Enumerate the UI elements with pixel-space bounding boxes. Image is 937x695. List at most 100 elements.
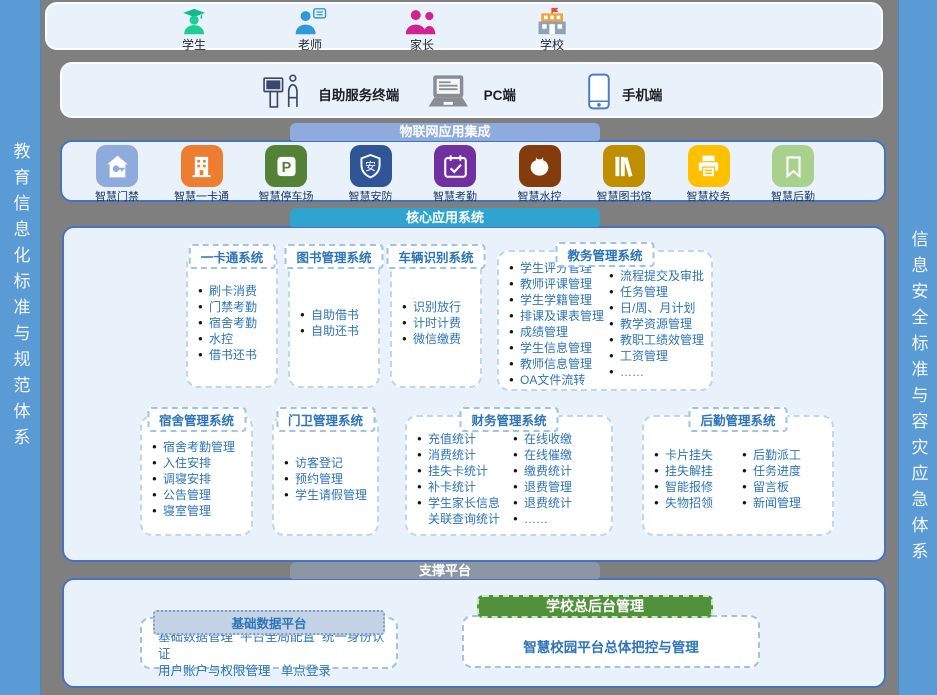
feature-label: 宿舍考勤管理 — [163, 439, 235, 455]
feature-item: ●挂失卡统计 — [417, 463, 509, 479]
user-item-2: 老师 — [275, 7, 345, 53]
attendance-calendar-icon — [434, 145, 476, 187]
iot-section: 智慧门禁智慧一卡通P智慧停车场安智慧安防智慧考勤智慧水控智慧图书馆智慧校务智慧后… — [60, 140, 886, 202]
core-card-title: 教务管理系统 — [555, 242, 654, 267]
feature-item: ●学生学籍管理 — [509, 292, 605, 308]
feature-label: 教职工绩效管理 — [620, 332, 704, 348]
bullet-icon: ● — [152, 455, 163, 471]
feature-label: 水控 — [209, 331, 233, 347]
feature-item: ●排课及课表管理 — [509, 308, 605, 324]
feature-label: 自助借书 — [311, 307, 359, 323]
bullet-icon: ● — [402, 315, 413, 331]
school-admin-backend-card: 智慧校园平台总体把控与管理 — [462, 615, 760, 668]
core-card-title: 宿舍管理系统 — [147, 407, 246, 432]
right-security-bar: 信息安全标准与容灾应急体系 — [898, 0, 937, 695]
core-card-title: 后勤管理系统 — [688, 407, 787, 432]
base-data-platform-title: 基础数据平台 — [153, 610, 385, 635]
feature-label: 微信缴费 — [413, 331, 461, 347]
feature-label: 计时计费 — [413, 315, 461, 331]
core-card-columns: ●充值统计●消费统计●挂失卡统计●补卡统计●学生家长信息关联查询统计●在线收缴●… — [407, 417, 611, 534]
iot-label: 智慧门禁 — [86, 188, 148, 204]
feature-label: 挂失卡统计 — [428, 463, 488, 479]
feature-label: 识别放行 — [413, 299, 461, 315]
bullet-icon: ● — [300, 307, 311, 323]
support-section-title: 支撑平台 — [290, 562, 600, 579]
feature-item: ●退费管理 — [513, 479, 605, 495]
terminal-item-3: 手机端 — [587, 73, 662, 115]
bullet-icon: ● — [609, 364, 620, 380]
user-label: 老师 — [275, 36, 345, 53]
feature-label: 充值统计 — [428, 431, 476, 447]
iot-label: 智慧一卡通 — [171, 188, 233, 204]
feature-label: 公告管理 — [163, 487, 211, 503]
bullet-icon: ● — [509, 292, 520, 308]
svg-text:安: 安 — [365, 159, 376, 173]
feature-item: ●访客登记 — [284, 455, 371, 471]
feature-label: 失物招领 — [665, 495, 713, 511]
feature-label: OA文件流转 — [520, 372, 585, 388]
core-card-title: 车辆识别系统 — [386, 244, 485, 269]
feature-column: ●卡片挂失●挂失解挂●智能报修●失物招领 — [654, 429, 738, 528]
core-card-columns: ●识别放行●计时计费●微信缴费 — [392, 254, 480, 386]
bullet-icon: ● — [609, 348, 620, 364]
bullet-icon: ● — [509, 308, 520, 324]
feature-label: 调寝安排 — [163, 471, 211, 487]
feature-item: ●在线催缴 — [513, 447, 605, 463]
iot-label: 智慧图书馆 — [593, 188, 655, 204]
bullet-icon: ● — [609, 332, 620, 348]
bullet-icon: ● — [198, 331, 209, 347]
bullet-icon: ● — [417, 479, 428, 495]
user-item-4: 学校 — [517, 7, 587, 53]
feature-item: ●后勤派工 — [742, 447, 826, 463]
feature-label: 教师评课管理 — [520, 276, 592, 292]
core-card-columns: ●学生评分管理●教师评课管理●学生学籍管理●排课及课表管理●成绩管理●学生信息管… — [499, 252, 711, 389]
feature-label: 成绩管理 — [520, 324, 568, 340]
feature-column: ●学生评分管理●教师评课管理●学生学籍管理●排课及课表管理●成绩管理●学生信息管… — [509, 264, 605, 383]
right-security-label: 信息安全标准与容灾应急体系 — [906, 230, 931, 568]
iot-item-5: 智慧考勤 — [424, 145, 486, 200]
iot-item-8: 智慧校务 — [678, 145, 740, 200]
feature-item: ●日/周、月计划 — [609, 300, 705, 316]
feature-item: ●在线收缴 — [513, 431, 605, 447]
bullet-icon: ● — [513, 495, 524, 511]
feature-item: ●消费统计 — [417, 447, 509, 463]
feature-column: ●充值统计●消费统计●挂失卡统计●补卡统计●学生家长信息关联查询统计 — [417, 429, 509, 528]
iot-item-7: 智慧图书馆 — [593, 145, 655, 200]
feature-item: ●寝室管理 — [152, 503, 245, 519]
feature-column: ●后勤派工●任务进度●留言板●新闻管理 — [742, 429, 826, 528]
terminal-label: 自助服务终端 — [318, 84, 399, 104]
bullet-icon: ● — [513, 511, 524, 527]
core-card-6: 门卫管理系统●访客登记●预约管理●学生请假管理 — [272, 415, 379, 536]
feature-item: ●流程提交及审批 — [609, 268, 705, 284]
feature-label: 学生学籍管理 — [520, 292, 592, 308]
feature-item: ●退费统计 — [513, 495, 605, 511]
feature-label: 自助还书 — [311, 323, 359, 339]
bullet-icon: ● — [284, 471, 295, 487]
feature-label: 补卡统计 — [428, 479, 476, 495]
core-card-4: 教务管理系统●学生评分管理●教师评课管理●学生学籍管理●排课及课表管理●成绩管理… — [497, 250, 713, 391]
terminal-item-2: PC端 — [424, 73, 516, 115]
left-standards-label: 教育信息化标准与规范体系 — [8, 142, 33, 454]
bullet-icon: ● — [509, 372, 520, 388]
feature-label: 智能报修 — [665, 479, 713, 495]
core-card-title: 财务管理系统 — [459, 407, 558, 432]
feature-item: ●水控 — [198, 331, 270, 347]
bullet-icon: ● — [300, 323, 311, 339]
feature-item: ●识别放行 — [402, 299, 474, 315]
feature-item: ●智能报修 — [654, 479, 738, 495]
left-standards-bar: 教育信息化标准与规范体系 — [0, 0, 41, 695]
feature-item: ●挂失解挂 — [654, 463, 738, 479]
iot-item-6: 智慧水控 — [509, 145, 571, 200]
feature-label: …… — [620, 364, 644, 380]
feature-item: ●教师评课管理 — [509, 276, 605, 292]
library-books-icon — [603, 145, 645, 187]
feature-label: 缴费统计 — [524, 463, 572, 479]
iot-item-9: 智慧后勤 — [762, 145, 824, 200]
iot-item-1: 智慧门禁 — [86, 145, 148, 200]
terminal-label: 手机端 — [622, 84, 663, 104]
bullet-icon: ● — [654, 463, 665, 479]
feature-label: 任务管理 — [620, 284, 668, 300]
iot-item-2: 智慧一卡通 — [171, 145, 233, 200]
iot-section-title: 物联网应用集成 — [290, 123, 600, 141]
user-item-3: 家长 — [387, 7, 457, 53]
